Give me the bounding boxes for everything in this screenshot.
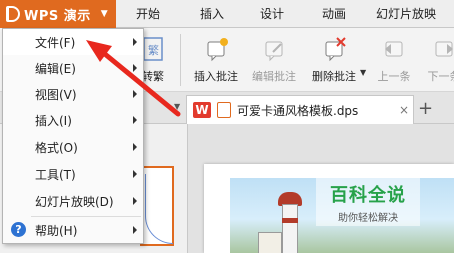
submenu-arrow-icon bbox=[133, 170, 137, 178]
menu-item-label: 幻灯片放映(D) bbox=[35, 194, 114, 209]
wps-w-icon: W bbox=[193, 102, 211, 118]
menu-item-label: 格式(O) bbox=[35, 140, 78, 155]
submenu-arrow-icon bbox=[133, 143, 137, 151]
menu-item-insert[interactable]: 插入(I) bbox=[3, 107, 143, 133]
tab-design[interactable]: 设计 bbox=[260, 0, 284, 28]
watermark: 百科全说 助你轻松解决 bbox=[316, 178, 420, 226]
close-tab-icon[interactable]: × bbox=[399, 103, 413, 117]
presentation-file-icon bbox=[217, 102, 231, 118]
tab-slideshow[interactable]: 幻灯片放映 bbox=[376, 0, 436, 28]
menu-item-help[interactable]: ? 帮助(H) bbox=[3, 217, 143, 243]
tab-list-dropdown-icon[interactable]: ▼ bbox=[174, 102, 180, 111]
submenu-arrow-icon bbox=[133, 38, 137, 46]
lighthouse-band bbox=[282, 218, 298, 223]
lighthouse-tower bbox=[282, 204, 298, 253]
submenu-arrow-icon bbox=[133, 197, 137, 205]
slide-thumbnail[interactable] bbox=[140, 166, 174, 246]
wps-app-dropdown-menu: 文件(F) 编辑(E) 视图(V) 插入(I) 格式(O) 工具(T) 幻灯片放… bbox=[2, 28, 144, 244]
tab-insert[interactable]: 插入 bbox=[200, 0, 224, 28]
insert-comment-button[interactable]: 插入批注 bbox=[186, 30, 246, 88]
next-comment-label: 下一条 bbox=[427, 70, 454, 83]
insert-comment-label: 插入批注 bbox=[194, 70, 238, 83]
tab-start[interactable]: 开始 bbox=[136, 0, 160, 28]
next-icon bbox=[431, 36, 454, 62]
wps-app-menu-button[interactable]: WPS 演示 ▼ bbox=[0, 0, 116, 28]
menu-item-tools[interactable]: 工具(T) bbox=[3, 161, 143, 187]
submenu-arrow-icon bbox=[133, 226, 137, 234]
delete-comment-button[interactable]: 删除批注 bbox=[304, 30, 364, 88]
document-tab[interactable]: W 可爱卡通风格模板.dps × bbox=[186, 95, 414, 124]
tab-animation[interactable]: 动画 bbox=[322, 0, 346, 28]
submenu-arrow-icon bbox=[133, 90, 137, 98]
caret-down-icon: ▼ bbox=[100, 9, 108, 19]
delete-comment-icon bbox=[321, 36, 347, 62]
thumbnail-decoration bbox=[145, 174, 173, 244]
menu-item-file[interactable]: 文件(F) bbox=[3, 29, 143, 55]
ribbon-tab-bar: WPS 演示 ▼ 开始 插入 设计 动画 幻灯片放映 bbox=[0, 0, 454, 28]
menu-item-format[interactable]: 格式(O) bbox=[3, 134, 143, 160]
help-icon: ? bbox=[11, 222, 26, 237]
menu-item-view[interactable]: 视图(V) bbox=[3, 81, 143, 107]
delete-comment-label: 删除批注 bbox=[312, 70, 356, 83]
lighthouse-house bbox=[258, 232, 282, 253]
menu-item-label: 编辑(E) bbox=[35, 61, 76, 76]
menu-item-label: 帮助(H) bbox=[35, 223, 78, 238]
edit-comment-icon bbox=[261, 36, 287, 62]
watermark-subtitle: 助你轻松解决 bbox=[338, 212, 398, 224]
edit-comment-label: 编辑批注 bbox=[252, 70, 296, 83]
menu-item-label: 工具(T) bbox=[35, 167, 76, 182]
new-tab-icon[interactable]: + bbox=[418, 98, 433, 119]
document-name: 可爱卡通风格模板.dps bbox=[237, 103, 359, 118]
wps-logo-icon bbox=[6, 6, 20, 22]
menu-item-edit[interactable]: 编辑(E) bbox=[3, 55, 143, 81]
app-title: WPS 演示 bbox=[24, 8, 91, 24]
previous-comment-label: 上一条 bbox=[377, 70, 411, 83]
insert-comment-icon bbox=[203, 36, 229, 62]
menu-item-label: 插入(I) bbox=[35, 113, 72, 128]
previous-icon bbox=[381, 36, 407, 62]
menu-item-label: 视图(V) bbox=[35, 87, 77, 102]
toolbar-divider bbox=[180, 34, 181, 86]
edit-comment-button[interactable]: 编辑批注 bbox=[244, 30, 304, 88]
menu-item-label: 文件(F) bbox=[35, 35, 76, 50]
svg-text:繁: 繁 bbox=[148, 43, 159, 57]
convert-label: 转繁 bbox=[142, 70, 164, 83]
submenu-arrow-icon bbox=[133, 116, 137, 124]
watermark-title: 百科全说 bbox=[330, 184, 406, 206]
submenu-arrow-icon bbox=[133, 64, 137, 72]
menu-item-slideshow[interactable]: 幻灯片放映(D) bbox=[3, 188, 143, 214]
next-comment-button[interactable]: 下一条 bbox=[414, 30, 454, 88]
